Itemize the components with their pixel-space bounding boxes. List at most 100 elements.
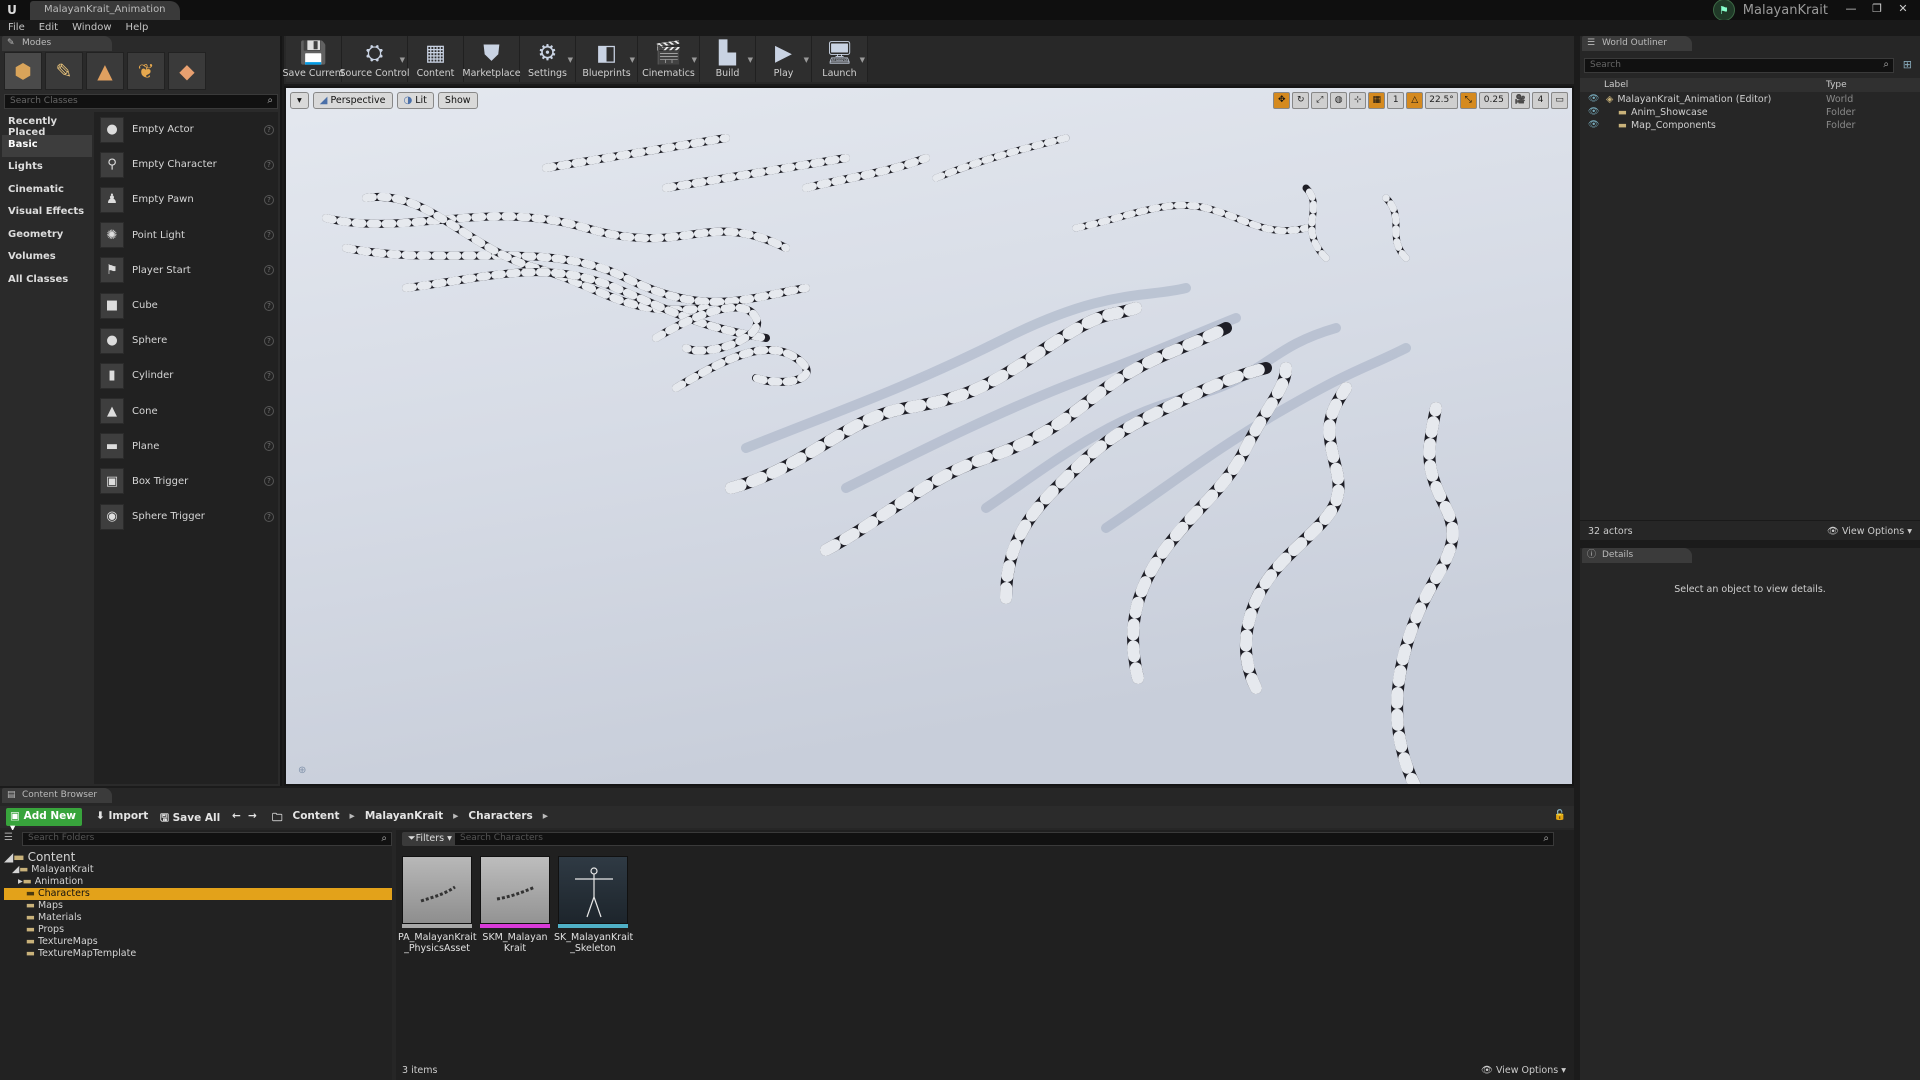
world-coordinates-icon[interactable]: ◍ [1330,92,1348,109]
visibility-eye-icon[interactable]: 👁 [1588,94,1599,104]
help-icon[interactable]: ? [264,300,274,311]
chevron-down-icon[interactable]: ▼ [630,56,635,64]
minimize-button[interactable]: — [1840,2,1862,16]
search-classes-input[interactable]: Search Classes ⌕ [4,94,278,109]
cinematics-button[interactable]: 🎬 Cinematics ▼ [638,36,700,82]
settings-button[interactable]: ⚙ Settings ▼ [520,36,576,82]
foliage-mode-button[interactable]: ❦ [127,52,165,90]
save-all-button[interactable]: 🖫 Save All [160,810,220,828]
launch-button[interactable]: 🖥 Launch ▼ [812,36,868,82]
category-cinematic[interactable]: Cinematic [2,180,92,203]
category-visual-effects[interactable]: Visual Effects [2,202,92,225]
breadcrumb-separator-icon[interactable]: ▸ [350,810,355,828]
help-icon[interactable]: ? [264,406,274,417]
history-forward-button[interactable]: → [248,810,257,822]
outliner-search-input[interactable]: Search ⌕ [1584,58,1894,73]
level-viewport[interactable]: ▾ ◢ Perspective ◑ Lit Show ✥ ↻ ⤢ ◍ ⊹ ▦ 1 △… [284,86,1574,786]
scale-snap-icon[interactable]: ⤡ [1459,92,1477,109]
asset-view-options-button[interactable]: 👁 View Options ▾ [1481,1065,1566,1076]
category-volumes[interactable]: Volumes [2,247,92,270]
build-button[interactable]: ▙ Build ▼ [700,36,756,82]
menu-window[interactable]: Window [72,20,111,36]
close-button[interactable]: ✕ [1892,2,1914,16]
column-label[interactable]: Label [1604,80,1628,90]
help-icon[interactable]: ? [264,511,274,522]
camera-speed-icon[interactable]: 🎥 [1510,92,1530,109]
filters-button[interactable]: ⏷Filters ▾ [402,832,458,846]
help-icon[interactable]: ? [264,265,274,276]
help-icon[interactable]: ? [264,335,274,346]
help-icon[interactable]: ? [264,476,274,487]
breadcrumb-content[interactable]: Content [293,810,340,828]
save-current-button[interactable]: 💾 Save Current [282,36,345,82]
chevron-down-icon[interactable]: ▼ [804,56,809,64]
scale-tool-icon[interactable]: ⤢ [1311,92,1329,109]
paint-mode-button[interactable]: ✎ [45,52,83,90]
column-type[interactable]: Type [1826,80,1847,90]
class-item-cube[interactable]: ■ Cube? [94,288,278,323]
rotation-snap-icon[interactable]: △ [1406,92,1424,109]
visibility-eye-icon[interactable]: 👁 [1588,107,1599,117]
camera-speed-value[interactable]: 4 [1532,92,1549,109]
play-button[interactable]: ▶ Play ▼ [756,36,812,82]
class-item-empty-actor[interactable]: ● Empty Actor? [94,112,278,147]
content-browser-tab[interactable]: ▤ Content Browser [2,788,112,803]
create-folder-icon[interactable]: ⊞ [1903,58,1912,71]
chevron-down-icon[interactable]: ▼ [748,56,753,64]
class-item-point-light[interactable]: ✺ Point Light? [94,218,278,253]
category-geometry[interactable]: Geometry [2,225,92,248]
class-item-empty-character[interactable]: ⚲ Empty Character? [94,147,278,182]
content-button[interactable]: ▦ Content [408,36,464,82]
asset-tile-skeleton[interactable]: SK_MalayanKrait _Skeleton [554,856,633,954]
show-button[interactable]: Show [437,92,478,109]
add-new-button[interactable]: ▣ Add New ▾ [6,808,82,834]
tree-item-animation[interactable]: ▸▬ Animation [4,876,392,888]
tree-item-materials[interactable]: ▬ Materials [4,912,392,924]
perspective-button[interactable]: ◢ Perspective [312,92,393,109]
viewport-options-button[interactable]: ▾ [290,92,309,109]
outliner-row-folder[interactable]: 👁 ▬ Anim_Showcase Folder [1580,107,1920,120]
asset-tile-skeletal-mesh[interactable]: SKM_Malayan Krait [480,856,552,954]
lock-icon[interactable]: 🔓 [1554,810,1566,821]
menu-edit[interactable]: Edit [39,20,58,36]
category-recently-placed[interactable]: Recently Placed [2,112,92,138]
asset-tile-physics[interactable]: PA_MalayanKrait _PhysicsAsset [398,856,477,954]
scene-render[interactable] [286,88,1572,784]
class-item-cylinder[interactable]: ▮ Cylinder? [94,358,278,393]
history-back-button[interactable]: ← [232,810,241,822]
lit-button[interactable]: ◑ Lit [396,92,434,109]
tree-item-maps[interactable]: ▬ Maps [4,900,392,912]
scale-snap-value[interactable]: 0.25 [1478,92,1509,109]
class-item-empty-pawn[interactable]: ♟ Empty Pawn? [94,182,278,217]
category-lights[interactable]: Lights [2,157,92,180]
outliner-row-folder[interactable]: 👁 ▬ Map_Components Folder [1580,120,1920,133]
menu-help[interactable]: Help [126,20,149,36]
source-control-button[interactable]: ⛭ Source Control ▼ [340,36,410,82]
modes-tab[interactable]: ✎ Modes [2,36,112,51]
details-tab[interactable]: ⓘ Details [1582,548,1692,563]
category-all-classes[interactable]: All Classes [2,270,92,293]
level-tab[interactable]: MalayanKrait_Animation [30,1,180,20]
world-outliner-tab[interactable]: ☰ World Outliner [1582,36,1692,51]
breadcrumb-separator-icon[interactable]: ▸ [543,810,548,828]
marketplace-button[interactable]: ⛊ Marketplace [462,36,521,82]
tree-item-texturemaps[interactable]: ▬ TextureMaps [4,936,392,948]
help-icon[interactable]: ? [264,230,274,241]
help-icon[interactable]: ? [264,159,274,170]
class-item-sphere[interactable]: ● Sphere? [94,323,278,358]
chevron-down-icon[interactable]: ▼ [692,56,697,64]
breadcrumb-separator-icon[interactable]: ▸ [453,810,458,828]
class-item-box-trigger[interactable]: ▣ Box Trigger? [94,464,278,499]
visibility-eye-icon[interactable]: 👁 [1588,120,1599,130]
maximize-button[interactable]: ❐ [1866,2,1888,16]
tree-item-characters[interactable]: ▬ Characters [4,888,392,900]
landscape-mode-button[interactable]: ▲ [86,52,124,90]
grid-snap-icon[interactable]: ▦ [1368,92,1386,109]
surface-snap-icon[interactable]: ⊹ [1349,92,1367,109]
search-folders-input[interactable]: Search Folders ⌕ [22,832,392,846]
class-item-cone[interactable]: ▲ Cone? [94,394,278,429]
project-indicator[interactable]: ⚑ MalayanKrait [1712,0,1828,21]
search-assets-input[interactable]: Search Characters ⌕ [454,832,1554,846]
class-item-player-start[interactable]: ⚑ Player Start? [94,253,278,288]
help-icon[interactable]: ? [264,194,274,205]
